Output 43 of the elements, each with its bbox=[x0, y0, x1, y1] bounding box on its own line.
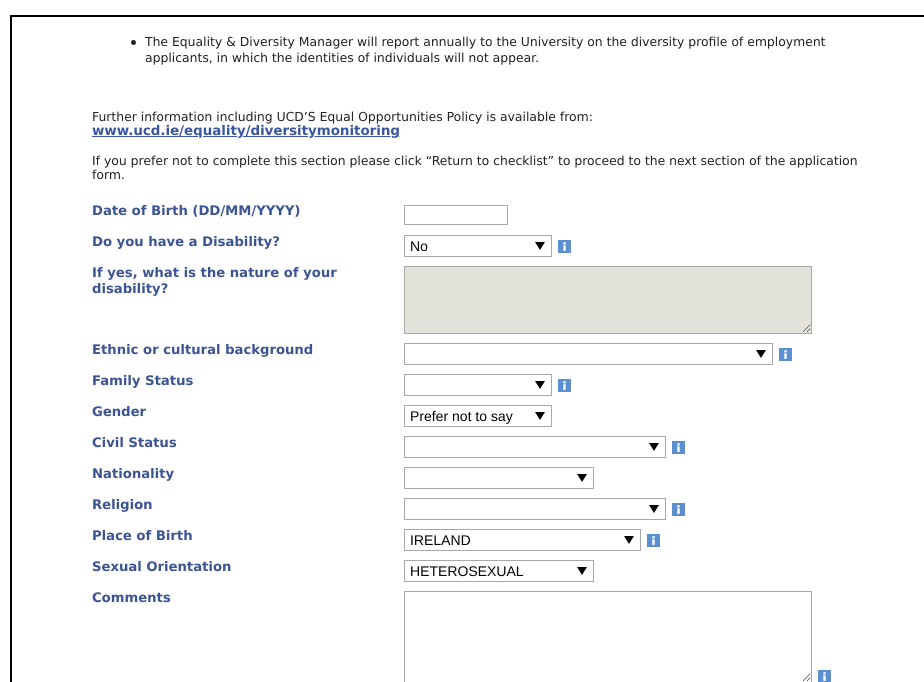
info-text: Further information including UCD’S Equal Opportunities Policy is available from: bbox=[92, 110, 594, 124]
info-icon[interactable] bbox=[672, 502, 685, 516]
caret-icon bbox=[649, 443, 659, 451]
field-label: Date of Birth (DD/MM/YYYY) bbox=[92, 204, 302, 221]
caret-icon bbox=[649, 505, 659, 513]
field-label: Do you have a Disability? bbox=[92, 235, 281, 252]
field-label: Sexual Orientation bbox=[92, 560, 232, 577]
dropdown[interactable] bbox=[404, 467, 594, 489]
field-label: Gender bbox=[92, 405, 148, 422]
caret-icon bbox=[756, 350, 766, 358]
caret-icon bbox=[624, 536, 634, 544]
dropdown[interactable]: IRELAND bbox=[404, 529, 641, 551]
caret-icon bbox=[577, 474, 587, 482]
field-label: Nationality bbox=[92, 467, 176, 484]
dropdown[interactable] bbox=[404, 498, 666, 520]
diversity-link[interactable]: www.ucd.ie/equality/diversitymonitoring bbox=[92, 124, 400, 139]
caret-icon bbox=[535, 242, 545, 250]
bullet-text: The Equality & Diversity Manager will report annually to the University on the diversity profile of employment applicants, in which the identities of individuals will not appear. bbox=[145, 34, 827, 66]
dropdown[interactable]: No bbox=[404, 235, 552, 257]
info-icon[interactable] bbox=[779, 348, 792, 360]
date-field[interactable] bbox=[404, 205, 508, 225]
dropdown[interactable]: Prefer not to say bbox=[404, 405, 552, 427]
info-icon[interactable] bbox=[672, 440, 685, 454]
dropdown[interactable] bbox=[404, 436, 666, 458]
dropdown[interactable] bbox=[404, 343, 773, 365]
field-label: Religion bbox=[92, 498, 154, 515]
field-label: Comments bbox=[92, 591, 172, 608]
info-icon[interactable] bbox=[558, 378, 571, 392]
caret-icon bbox=[535, 412, 545, 420]
bullet-icon bbox=[131, 40, 136, 45]
dropdown[interactable]: HETEROSEXUAL bbox=[404, 560, 594, 582]
caret-icon bbox=[577, 567, 587, 575]
field-label: Ethnic or cultural background bbox=[92, 343, 314, 360]
dropdown[interactable] bbox=[404, 374, 552, 396]
caret-icon bbox=[535, 381, 545, 389]
field-label: Civil Status bbox=[92, 436, 178, 453]
info-icon[interactable] bbox=[558, 240, 571, 252]
field-label: Family Status bbox=[92, 374, 194, 391]
instruction-text: If you prefer not to complete this section please click “Return to checklist” to proceed to the next section of the application form. bbox=[92, 154, 859, 182]
field-label: Place of Birth bbox=[92, 529, 194, 546]
field-label: If yes, what is the nature of your disability? bbox=[92, 266, 338, 299]
info-icon[interactable] bbox=[647, 534, 660, 546]
info-icon[interactable] bbox=[818, 670, 831, 682]
